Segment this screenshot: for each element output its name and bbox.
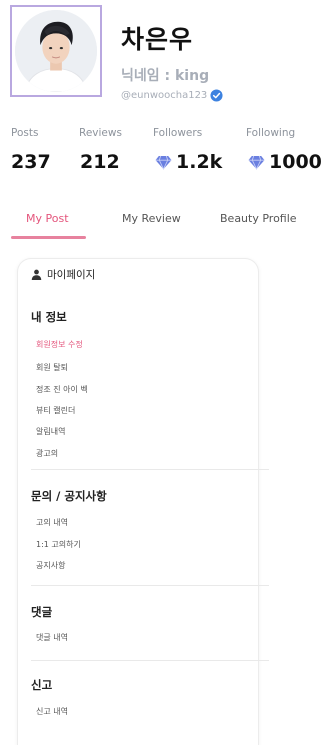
menu-item-notifications[interactable]: 알림내역 [36, 426, 65, 437]
reviews-label: Reviews [79, 127, 122, 139]
followers-count: 1.2k [176, 151, 223, 173]
profile-name: 차은우 [121, 25, 194, 54]
posts-label: Posts [11, 127, 39, 139]
profile-nickname: 닉네임 : king [121, 68, 210, 84]
menu-item-info-3[interactable]: 정조 진 아이 벡 [36, 384, 88, 395]
followers-label: Followers [153, 127, 203, 139]
following-count: 1000 [269, 151, 322, 173]
tab-beauty-profile[interactable]: Beauty Profile [220, 212, 297, 225]
profile-handle: @eunwoocha123 [121, 90, 208, 101]
section-title-comments: 댓글 [31, 605, 53, 619]
section-title-my-info: 내 정보 [31, 310, 67, 324]
menu-title: 마이페이지 [47, 269, 96, 281]
mypage-menu-card: 마이페이지 내 정보 회원정보 수정 회원 탈퇴 정조 진 아이 벡 뷰티 캘린… [17, 258, 269, 745]
menu-item-report-history[interactable]: 신고 내역 [36, 706, 68, 717]
person-icon [31, 269, 42, 280]
menu-item-withdraw[interactable]: 회원 탈퇴 [36, 362, 68, 373]
active-tab-indicator [11, 236, 86, 239]
menu-header: 마이페이지 [31, 267, 95, 282]
section-divider [31, 585, 269, 586]
reviews-count[interactable]: 212 [80, 151, 120, 173]
section-divider [31, 469, 269, 470]
followers-stat[interactable]: 1.2k [155, 151, 222, 173]
menu-item-inquiry-history[interactable]: 고의 내역 [36, 517, 68, 528]
menu-item-notices[interactable]: 공지사항 [36, 560, 65, 571]
tab-my-post[interactable]: My Post [26, 212, 69, 225]
tab-my-review[interactable]: My Review [122, 212, 181, 225]
avatar-image [15, 10, 97, 92]
handle-row: @eunwoocha123 [121, 89, 223, 102]
menu-item-edit-profile[interactable]: 회원정보 수정 [36, 339, 83, 350]
verified-check-icon [210, 89, 223, 102]
menu-item-comment-history[interactable]: 댓글 내역 [36, 632, 68, 643]
following-label: Following [246, 127, 296, 139]
section-title-inquiry-notice: 문의 / 공지사항 [31, 489, 107, 503]
posts-count[interactable]: 237 [11, 151, 51, 173]
menu-item-beauty-calendar[interactable]: 뷰티 캘린더 [36, 405, 75, 416]
menu-item-info-6[interactable]: 광고의 [36, 448, 58, 459]
section-divider [31, 660, 269, 661]
following-stat[interactable]: 1000 [248, 151, 322, 173]
profile-avatar-frame[interactable] [10, 5, 102, 97]
menu-item-one-on-one[interactable]: 1:1 고의하기 [36, 539, 81, 550]
diamond-gem-icon [155, 155, 172, 170]
section-title-reports: 신고 [31, 678, 53, 692]
avatar [15, 10, 97, 92]
diamond-gem-icon [248, 155, 265, 170]
